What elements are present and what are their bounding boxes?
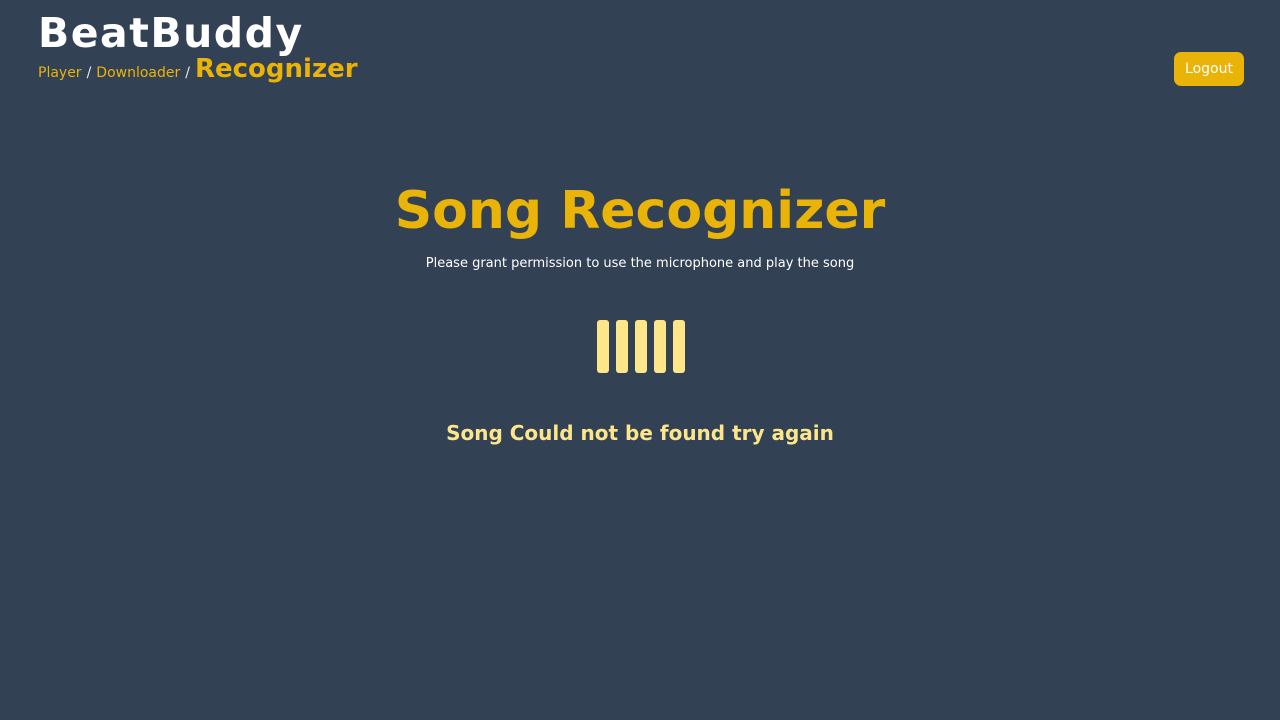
logout-button[interactable]: Logout	[1174, 52, 1244, 86]
audio-bar	[654, 320, 666, 373]
brand-logo: BeatBuddy	[38, 9, 304, 57]
instruction-text: Please grant permission to use the micro…	[425, 256, 855, 271]
recognizer-panel: Song Recognizer Please grant permission …	[0, 178, 1280, 272]
audio-bars-icon[interactable]	[597, 320, 685, 373]
page-title: Song Recognizer	[394, 181, 886, 241]
audio-bar	[635, 320, 647, 373]
breadcrumb-separator: /	[185, 65, 190, 81]
breadcrumb-downloader-link[interactable]: Downloader	[96, 65, 180, 81]
audio-bar	[673, 320, 685, 373]
breadcrumb-player-link[interactable]: Player	[38, 65, 82, 81]
audio-bar	[616, 320, 628, 373]
recognizer-page: BeatBuddy Player / Downloader / Recogniz…	[0, 0, 1280, 720]
breadcrumb-separator: /	[86, 65, 92, 81]
breadcrumb-current-page: Recognizer	[194, 54, 358, 84]
audio-bar	[597, 320, 609, 373]
breadcrumb: Player / Downloader / Recognizer	[38, 54, 358, 84]
status-message: Song Could not be found try again	[446, 421, 834, 445]
